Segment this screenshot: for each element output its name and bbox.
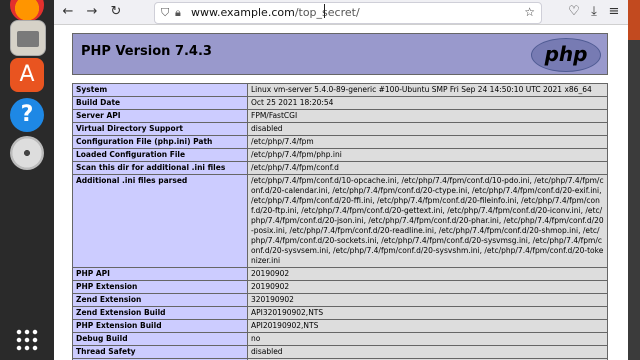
row-value: /etc/php/7.4/fpm/php.ini bbox=[247, 148, 608, 162]
table-row: PHP API 20190902 bbox=[72, 267, 608, 281]
row-value: 320190902 bbox=[247, 293, 608, 307]
row-value: no bbox=[247, 332, 608, 346]
lock-icon[interactable]: 🔒︎ bbox=[175, 6, 181, 20]
row-key: Additional .ini files parsed bbox=[72, 174, 248, 268]
firefox-icon[interactable] bbox=[10, 0, 44, 22]
software-store-icon[interactable]: A bbox=[10, 58, 44, 92]
row-value: API20190902,NTS bbox=[247, 319, 608, 333]
row-key: Server API bbox=[72, 109, 248, 123]
row-value: Linux vm-server 5.4.0-89-generic #100-Ub… bbox=[247, 83, 608, 97]
page-title: PHP Version 7.4.3 bbox=[81, 44, 212, 59]
table-row: Virtual Directory Support disabled bbox=[72, 122, 608, 136]
row-key: Thread Safety bbox=[72, 345, 248, 359]
row-value: FPM/FastCGI bbox=[247, 109, 608, 123]
url-path: /top_secret/ bbox=[294, 6, 360, 19]
row-key: PHP Extension Build bbox=[72, 319, 248, 333]
back-arrow-icon[interactable]: ← bbox=[60, 4, 76, 20]
table-row: PHP Extension Build API20190902,NTS bbox=[72, 319, 608, 333]
table-row: System Linux vm-server 5.4.0-89-generic #… bbox=[72, 83, 608, 97]
table-row: Build Date Oct 25 2021 18:20:54 bbox=[72, 96, 608, 110]
files-icon[interactable] bbox=[10, 20, 46, 56]
pocket-icon[interactable]: ♡ bbox=[566, 4, 582, 20]
reload-icon[interactable]: ↻ bbox=[108, 4, 124, 20]
tracking-shield-icon[interactable]: ⛉ bbox=[161, 6, 169, 20]
row-value: API320190902,NTS bbox=[247, 306, 608, 320]
text-cursor bbox=[324, 4, 325, 18]
table-row: Configuration File (php.ini) Path/etc/ph… bbox=[72, 135, 608, 149]
row-value: /etc/php/7.4/fpm bbox=[247, 135, 608, 149]
row-key: Virtual Directory Support bbox=[72, 122, 248, 136]
row-key: Zend Extension Build bbox=[72, 306, 248, 320]
row-key: Scan this dir for additional .ini files bbox=[72, 161, 248, 175]
php-logo: php bbox=[531, 38, 601, 72]
row-value: 20190902 bbox=[247, 267, 608, 281]
row-key: System bbox=[72, 83, 248, 97]
disc-icon[interactable] bbox=[10, 136, 44, 170]
table-row: Additional .ini files parsed/etc/php/7.4… bbox=[72, 174, 608, 268]
menu-icon[interactable]: ≡ bbox=[606, 4, 622, 20]
row-value: /etc/php/7.4/fpm/conf.d bbox=[247, 161, 608, 175]
row-value: Oct 25 2021 18:20:54 bbox=[247, 96, 608, 110]
window-edge-accent bbox=[628, 0, 640, 40]
forward-arrow-icon[interactable]: → bbox=[84, 4, 100, 20]
address-bar[interactable]: ⛉ 🔒︎ www.example.com/top_secret/ ☆ bbox=[154, 2, 542, 24]
row-value: disabled bbox=[247, 345, 608, 359]
row-key: Configuration File (php.ini) Path bbox=[72, 135, 248, 149]
row-value: /etc/php/7.4/fpm/conf.d/10-opcache.ini, … bbox=[247, 174, 608, 268]
table-row: Loaded Configuration File/etc/php/7.4/fp… bbox=[72, 148, 608, 162]
browser-window: ← → ↻ ⛉ 🔒︎ www.example.com/top_secret/ ☆… bbox=[54, 0, 628, 360]
url-text[interactable]: www.example.com/top_secret/ bbox=[191, 6, 360, 19]
table-row: Debug Build no bbox=[72, 332, 608, 346]
row-key: PHP API bbox=[72, 267, 248, 281]
row-value: 20190902 bbox=[247, 280, 608, 294]
row-key: PHP Extension bbox=[72, 280, 248, 294]
table-row: Thread Safety disabled bbox=[72, 345, 608, 359]
row-key: Zend Extension bbox=[72, 293, 248, 307]
bookmark-star-icon[interactable]: ☆ bbox=[524, 5, 535, 19]
row-key: Loaded Configuration File bbox=[72, 148, 248, 162]
downloads-icon[interactable]: ⤓ bbox=[586, 4, 602, 20]
phpinfo-table: System Linux vm-server 5.4.0-89-generic #… bbox=[72, 83, 608, 360]
help-icon[interactable]: ? bbox=[10, 98, 44, 132]
window-edge bbox=[628, 0, 640, 360]
row-key: Build Date bbox=[72, 96, 248, 110]
table-row: PHP Extension 20190902 bbox=[72, 280, 608, 294]
table-row: Zend Extension 320190902 bbox=[72, 293, 608, 307]
table-row: Server API FPM/FastCGI bbox=[72, 109, 608, 123]
phpinfo-header: PHP Version 7.4.3 php bbox=[72, 33, 608, 75]
row-value: disabled bbox=[247, 122, 608, 136]
browser-toolbar: ← → ↻ ⛉ 🔒︎ www.example.com/top_secret/ ☆… bbox=[54, 0, 628, 25]
row-key: Debug Build bbox=[72, 332, 248, 346]
ubuntu-dock: A ? bbox=[0, 0, 54, 360]
table-row: Scan this dir for additional .ini files /… bbox=[72, 161, 608, 175]
table-row: Zend Extension Build API320190902,NTS bbox=[72, 306, 608, 320]
page-content: PHP Version 7.4.3 php System Linux vm-ser… bbox=[54, 25, 628, 360]
show-applications-icon[interactable] bbox=[15, 328, 39, 352]
url-host: www.example.com bbox=[191, 6, 295, 19]
